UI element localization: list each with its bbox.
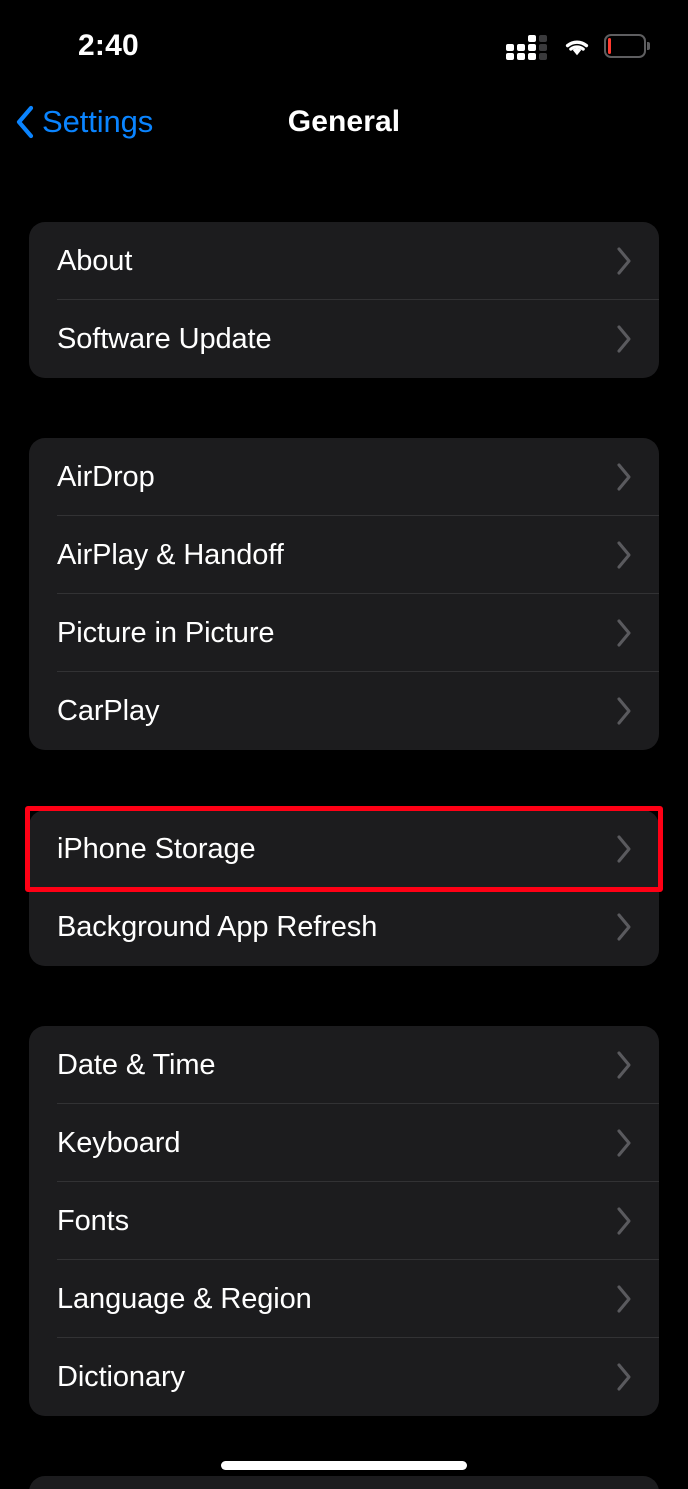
group-storage: iPhone Storage Background App Refresh — [29, 810, 659, 966]
home-indicator[interactable] — [221, 1461, 467, 1470]
chevron-right-icon — [617, 913, 631, 941]
group-connectivity: AirDrop AirPlay & Handoff Picture in Pictu… — [29, 438, 659, 750]
settings-row[interactable]: AirPlay & Handoff — [29, 516, 659, 594]
settings-row[interactable]: Picture in Picture — [29, 594, 659, 672]
group-localization: Date & Time Keyboard Fonts Language & Regio… — [29, 1026, 659, 1416]
settings-row[interactable]: Software Update — [29, 300, 659, 378]
wifi-icon — [565, 40, 589, 56]
cellular-signal-icon — [506, 31, 550, 61]
settings-row[interactable]: Dictionary — [29, 1338, 659, 1416]
page-title: General — [287, 105, 401, 138]
settings-row-label: AirPlay & Handoff — [57, 539, 284, 571]
settings-row-label: Date & Time — [57, 1049, 216, 1081]
status-bar: 2:40 — [0, 0, 688, 92]
settings-row-label: CarPlay — [57, 695, 160, 727]
settings-list[interactable]: About Software Update AirDrop AirPlay & Han… — [0, 154, 688, 1489]
group-partial — [29, 1476, 659, 1489]
settings-row-label: Picture in Picture — [57, 617, 275, 649]
settings-row-label: Background App Refresh — [57, 911, 378, 943]
settings-row-label: Fonts — [57, 1205, 130, 1237]
settings-row[interactable]: iPhone Storage — [29, 810, 659, 888]
settings-row-label: AirDrop — [57, 461, 155, 493]
settings-row[interactable]: CarPlay — [29, 672, 659, 750]
settings-groups: About Software Update AirDrop AirPlay & Han… — [0, 222, 688, 1489]
settings-row-label: Dictionary — [57, 1361, 185, 1393]
settings-row[interactable]: About — [29, 222, 659, 300]
chevron-right-icon — [617, 325, 631, 353]
status-bar-time: 2:40 — [78, 29, 139, 62]
settings-row[interactable]: Keyboard — [29, 1104, 659, 1182]
settings-row-label: Language & Region — [57, 1283, 312, 1315]
chevron-right-icon — [617, 1129, 631, 1157]
chevron-right-icon — [617, 541, 631, 569]
chevron-right-icon — [617, 1285, 631, 1313]
chevron-right-icon — [617, 1051, 631, 1079]
settings-row-label: iPhone Storage — [57, 833, 256, 865]
settings-row[interactable]: Fonts — [29, 1182, 659, 1260]
chevron-right-icon — [617, 1207, 631, 1235]
settings-row-label: Keyboard — [57, 1127, 181, 1159]
chevron-right-icon — [617, 835, 631, 863]
chevron-right-icon — [617, 1363, 631, 1391]
settings-row[interactable]: Language & Region — [29, 1260, 659, 1338]
chevron-right-icon — [617, 463, 631, 491]
settings-row[interactable]: Background App Refresh — [29, 888, 659, 966]
settings-row-label: About — [57, 245, 133, 277]
group-system: About Software Update — [29, 222, 659, 378]
status-bar-indicators — [506, 30, 650, 62]
settings-row[interactable]: AirDrop — [29, 438, 659, 516]
settings-row[interactable]: Date & Time — [29, 1026, 659, 1104]
chevron-right-icon — [617, 619, 631, 647]
chevron-right-icon — [617, 247, 631, 275]
navigation-bar: Settings General — [0, 92, 688, 154]
chevron-right-icon — [617, 697, 631, 725]
settings-row-label: Software Update — [57, 323, 272, 355]
battery-icon — [604, 34, 650, 58]
